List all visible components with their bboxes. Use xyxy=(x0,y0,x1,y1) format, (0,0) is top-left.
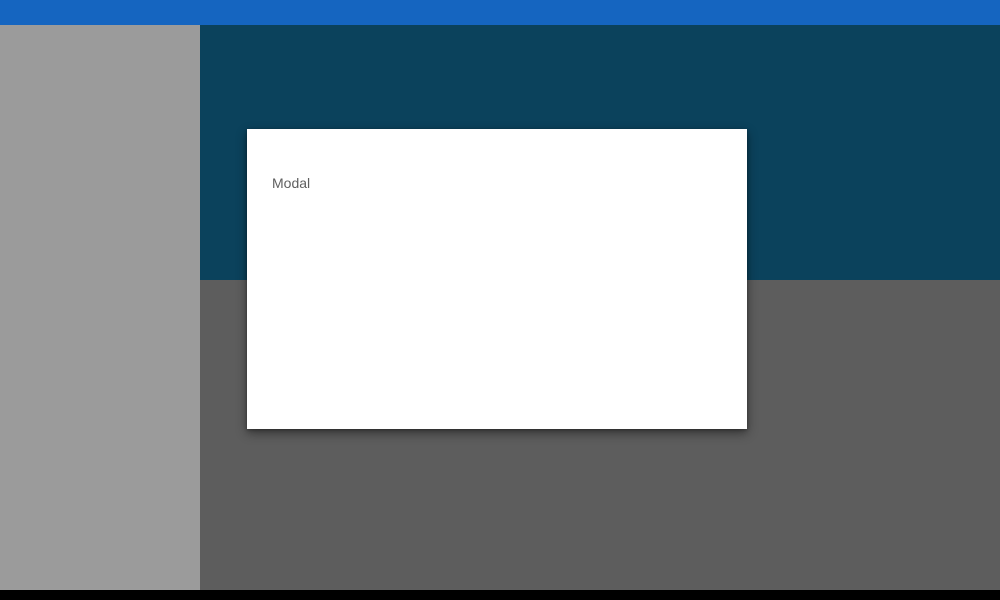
modal-title: Modal xyxy=(272,175,311,191)
top-app-bar xyxy=(0,0,1000,25)
sidebar-panel xyxy=(0,25,200,590)
bottom-edge-strip xyxy=(0,590,1000,600)
modal-dialog[interactable]: Modal xyxy=(247,129,747,429)
